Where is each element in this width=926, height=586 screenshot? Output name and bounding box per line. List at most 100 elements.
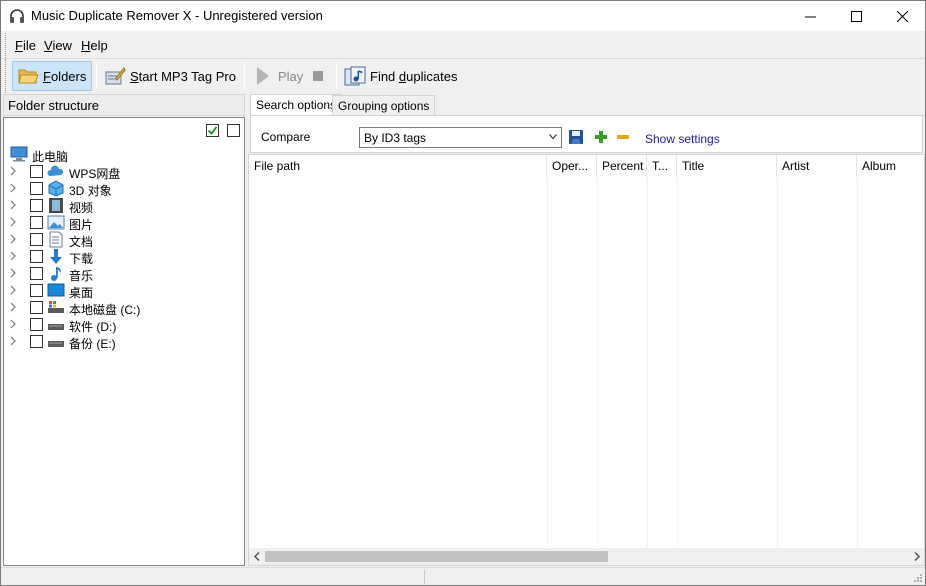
menu-bar: File View Help (5, 33, 115, 58)
tab-grouping-options[interactable]: Grouping options (332, 95, 436, 116)
add-icon[interactable] (593, 129, 609, 145)
chevron-right-icon[interactable] (9, 166, 17, 176)
toolbar-separator (96, 63, 97, 89)
status-bar (1, 567, 925, 585)
minimize-button[interactable] (787, 1, 833, 31)
tree-item[interactable]: 音乐 (4, 265, 242, 283)
desktop-icon (47, 283, 65, 297)
tree-item-checkbox[interactable] (30, 199, 43, 212)
scroll-left-icon[interactable] (253, 552, 261, 561)
stop-button[interactable] (308, 61, 328, 91)
drive-icon (48, 341, 64, 347)
column-title[interactable]: Title (677, 155, 777, 177)
tree-item-checkbox[interactable] (30, 301, 43, 314)
menu-help[interactable]: Help (81, 38, 108, 53)
resize-grip-icon[interactable] (913, 573, 923, 583)
tree-item-checkbox[interactable] (30, 267, 43, 280)
menu-help-label: elp (90, 38, 108, 53)
column-artist[interactable]: Artist (777, 155, 857, 177)
music-search-icon (344, 66, 366, 86)
scroll-right-icon[interactable] (913, 552, 921, 561)
column-file-path[interactable]: File path (249, 155, 547, 177)
minimize-icon (804, 16, 816, 17)
toolbar: Folders Start MP3 Tag Pro Play Find dupl… (5, 59, 465, 93)
compare-select[interactable]: By ID3 tags (359, 127, 562, 148)
start-mp3-tag-pro-accel: S (130, 68, 139, 84)
status-divider (424, 570, 425, 584)
chevron-right-icon[interactable] (9, 217, 17, 227)
computer-icon (10, 146, 28, 162)
tab-search-options[interactable]: Search options (250, 94, 343, 116)
column-divider (597, 177, 598, 547)
chevron-right-icon[interactable] (9, 302, 17, 312)
menu-view-label: iew (52, 38, 72, 53)
folders-label-rest: olders (50, 68, 87, 84)
column-operation[interactable]: Oper... (547, 155, 597, 177)
chevron-right-icon[interactable] (9, 200, 17, 210)
window-title: Music Duplicate Remover X - Unregistered… (31, 8, 323, 23)
close-icon (896, 10, 908, 22)
video-icon (49, 198, 63, 213)
tree-item[interactable]: 文档 (4, 231, 242, 249)
folders-accel: F (43, 68, 51, 84)
tree-item[interactable]: 本地磁盘 (C:) (4, 299, 242, 317)
chevron-right-icon[interactable] (9, 319, 17, 329)
start-mp3-tag-pro-button[interactable]: Start MP3 Tag Pro (100, 61, 240, 91)
tree-item[interactable]: 备份 (E:) (4, 333, 242, 351)
maximize-button[interactable] (833, 1, 879, 31)
cloud-icon (47, 165, 64, 176)
tree-item-checkbox[interactable] (30, 182, 43, 195)
chevron-right-icon[interactable] (9, 251, 17, 261)
tree-item[interactable]: 下载 (4, 248, 242, 266)
tree-item[interactable]: WPS网盘 (4, 163, 242, 181)
maximize-icon (850, 10, 862, 22)
menu-view[interactable]: View (44, 38, 72, 53)
tree-root-computer[interactable]: 此电脑 (4, 146, 242, 164)
tree-item-checkbox[interactable] (30, 250, 43, 263)
tree-item[interactable]: 桌面 (4, 282, 242, 300)
chevron-right-icon[interactable] (9, 234, 17, 244)
find-duplicates-button[interactable]: Find duplicates (340, 61, 461, 91)
chevron-right-icon[interactable] (9, 183, 17, 193)
horizontal-scrollbar[interactable] (249, 548, 924, 565)
compare-select-value: By ID3 tags (364, 131, 427, 145)
show-settings-link[interactable]: Show settings (645, 132, 720, 146)
tree-item[interactable]: 3D 对象 (4, 180, 242, 198)
play-button[interactable]: Play (248, 61, 307, 91)
tree-item-checkbox[interactable] (30, 318, 43, 331)
chevron-right-icon[interactable] (9, 336, 17, 346)
tree-item-checkbox[interactable] (30, 335, 43, 348)
tree-item[interactable]: 软件 (D:) (4, 316, 242, 334)
start-mp3-tag-pro-label-rest: tart MP3 Tag Pro (138, 68, 236, 84)
folders-button[interactable]: Folders (12, 61, 92, 91)
system-drive-icon (48, 301, 64, 313)
column-percent[interactable]: Percent (597, 155, 647, 177)
toolbar-separator (336, 63, 337, 89)
menu-file[interactable]: File (15, 38, 36, 53)
check-all-checkbox[interactable] (206, 124, 219, 137)
3d-objects-icon (48, 180, 64, 197)
find-duplicates-label: Find duplicates (370, 69, 457, 84)
chevron-right-icon[interactable] (9, 285, 17, 295)
column-type[interactable]: T... (647, 155, 677, 177)
tree-item-checkbox[interactable] (30, 216, 43, 229)
results-grid[interactable]: File path Oper... Percent T... Title Art… (248, 154, 925, 566)
uncheck-all-checkbox[interactable] (227, 124, 240, 137)
tree-item-checkbox[interactable] (30, 233, 43, 246)
scrollbar-thumb[interactable] (265, 551, 608, 562)
find-duplicates-label-rest: uplicates (406, 68, 458, 84)
folder-open-icon (18, 69, 39, 84)
folder-tree[interactable]: 此电脑 WPS网盘 3D 对象 视频 图片 文档 下载 音乐 桌面 本地磁盘 (C:) 软件 (D… (3, 117, 245, 566)
close-button[interactable] (879, 1, 925, 31)
tree-item-checkbox[interactable] (30, 284, 43, 297)
tree-item[interactable]: 图片 (4, 214, 242, 232)
save-icon[interactable] (568, 129, 584, 145)
chevron-down-icon (549, 134, 557, 140)
tree-item[interactable]: 视频 (4, 197, 242, 215)
tree-item-checkbox[interactable] (30, 165, 43, 178)
remove-icon[interactable] (615, 129, 631, 145)
tree-item-label: 备份 (E:) (69, 337, 116, 351)
play-label: Play (278, 68, 304, 84)
column-album[interactable]: Album (857, 155, 925, 177)
chevron-right-icon[interactable] (9, 268, 17, 278)
